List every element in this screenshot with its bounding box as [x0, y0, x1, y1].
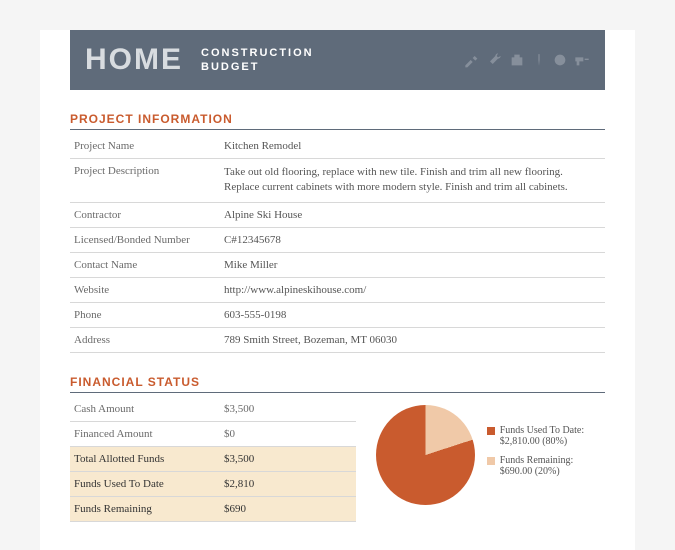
value-cash: $3,500	[220, 397, 356, 422]
banner-title-home: HOME	[85, 43, 183, 77]
table-row: Funds Used To Date$2,810	[70, 471, 356, 496]
financial-table: Cash Amount$3,500 Financed Amount$0 Tota…	[70, 397, 356, 522]
legend-item-used: Funds Used To Date: $2,810.00 (80%)	[487, 425, 605, 447]
banner-sub-line1: CONSTRUCTION	[201, 46, 314, 60]
label-contractor: Contractor	[70, 202, 220, 227]
value-contractor: Alpine Ski House	[220, 202, 605, 227]
label-cash: Cash Amount	[70, 397, 220, 422]
label-financed: Financed Amount	[70, 421, 220, 446]
project-info-table: Project NameKitchen Remodel Project Desc…	[70, 134, 605, 353]
legend-item-remaining: Funds Remaining: $690.00 (20%)	[487, 455, 605, 477]
financial-status-heading: FINANCIAL STATUS	[70, 375, 605, 393]
label-license: Licensed/Bonded Number	[70, 227, 220, 252]
wrench-icon	[486, 52, 502, 68]
financial-wrap: Cash Amount$3,500 Financed Amount$0 Tota…	[70, 397, 605, 522]
table-row: Licensed/Bonded NumberC#12345678	[70, 227, 605, 252]
table-row: Contact NameMike Miller	[70, 252, 605, 277]
value-used: $2,810	[220, 471, 356, 496]
label-used: Funds Used To Date	[70, 471, 220, 496]
value-remain: $690	[220, 496, 356, 521]
label-phone: Phone	[70, 302, 220, 327]
screwdriver-icon	[532, 52, 546, 68]
pie-chart	[376, 405, 475, 505]
table-row: Project NameKitchen Remodel	[70, 134, 605, 159]
pie-chart-area: Funds Used To Date: $2,810.00 (80%) Fund…	[376, 397, 605, 505]
toolbox-icon	[508, 52, 526, 68]
table-row: Websitehttp://www.alpineskihouse.com/	[70, 277, 605, 302]
value-project-name: Kitchen Remodel	[220, 134, 605, 159]
value-phone: 603-555-0198	[220, 302, 605, 327]
tools-icon-group	[464, 52, 590, 68]
label-address: Address	[70, 327, 220, 352]
hammer-icon	[464, 52, 480, 68]
value-project-desc: Take out old flooring, replace with new …	[220, 159, 605, 203]
legend-used-text: Funds Used To Date: $2,810.00 (80%)	[500, 425, 605, 447]
label-remain: Funds Remaining	[70, 496, 220, 521]
project-info-heading: PROJECT INFORMATION	[70, 112, 605, 130]
swatch-remain-icon	[487, 457, 495, 465]
table-row: Address789 Smith Street, Bozeman, MT 060…	[70, 327, 605, 352]
page: ENTER EXPENSES HOME CONSTRUCTION BUDGET …	[40, 30, 635, 550]
value-website: http://www.alpineskihouse.com/	[220, 277, 605, 302]
value-license: C#12345678	[220, 227, 605, 252]
legend-remain-text: Funds Remaining: $690.00 (20%)	[500, 455, 605, 477]
value-address: 789 Smith Street, Bozeman, MT 06030	[220, 327, 605, 352]
table-row: ContractorAlpine Ski House	[70, 202, 605, 227]
value-total: $3,500	[220, 446, 356, 471]
banner-subtitle: CONSTRUCTION BUDGET	[201, 46, 314, 75]
label-website: Website	[70, 277, 220, 302]
label-total: Total Allotted Funds	[70, 446, 220, 471]
value-financed: $0	[220, 421, 356, 446]
table-row: Total Allotted Funds$3,500	[70, 446, 356, 471]
table-row: Funds Remaining$690	[70, 496, 356, 521]
label-contact: Contact Name	[70, 252, 220, 277]
drill-icon	[574, 52, 590, 68]
label-project-desc: Project Description	[70, 159, 220, 203]
value-contact: Mike Miller	[220, 252, 605, 277]
header-banner: HOME CONSTRUCTION BUDGET	[70, 30, 605, 90]
swatch-used-icon	[487, 427, 495, 435]
chart-legend: Funds Used To Date: $2,810.00 (80%) Fund…	[487, 425, 605, 485]
banner-sub-line2: BUDGET	[201, 60, 314, 74]
label-project-name: Project Name	[70, 134, 220, 159]
measure-icon	[552, 52, 568, 68]
table-row: Phone603-555-0198	[70, 302, 605, 327]
table-row: Financed Amount$0	[70, 421, 356, 446]
table-row: Cash Amount$3,500	[70, 397, 356, 422]
table-row: Project DescriptionTake out old flooring…	[70, 159, 605, 203]
